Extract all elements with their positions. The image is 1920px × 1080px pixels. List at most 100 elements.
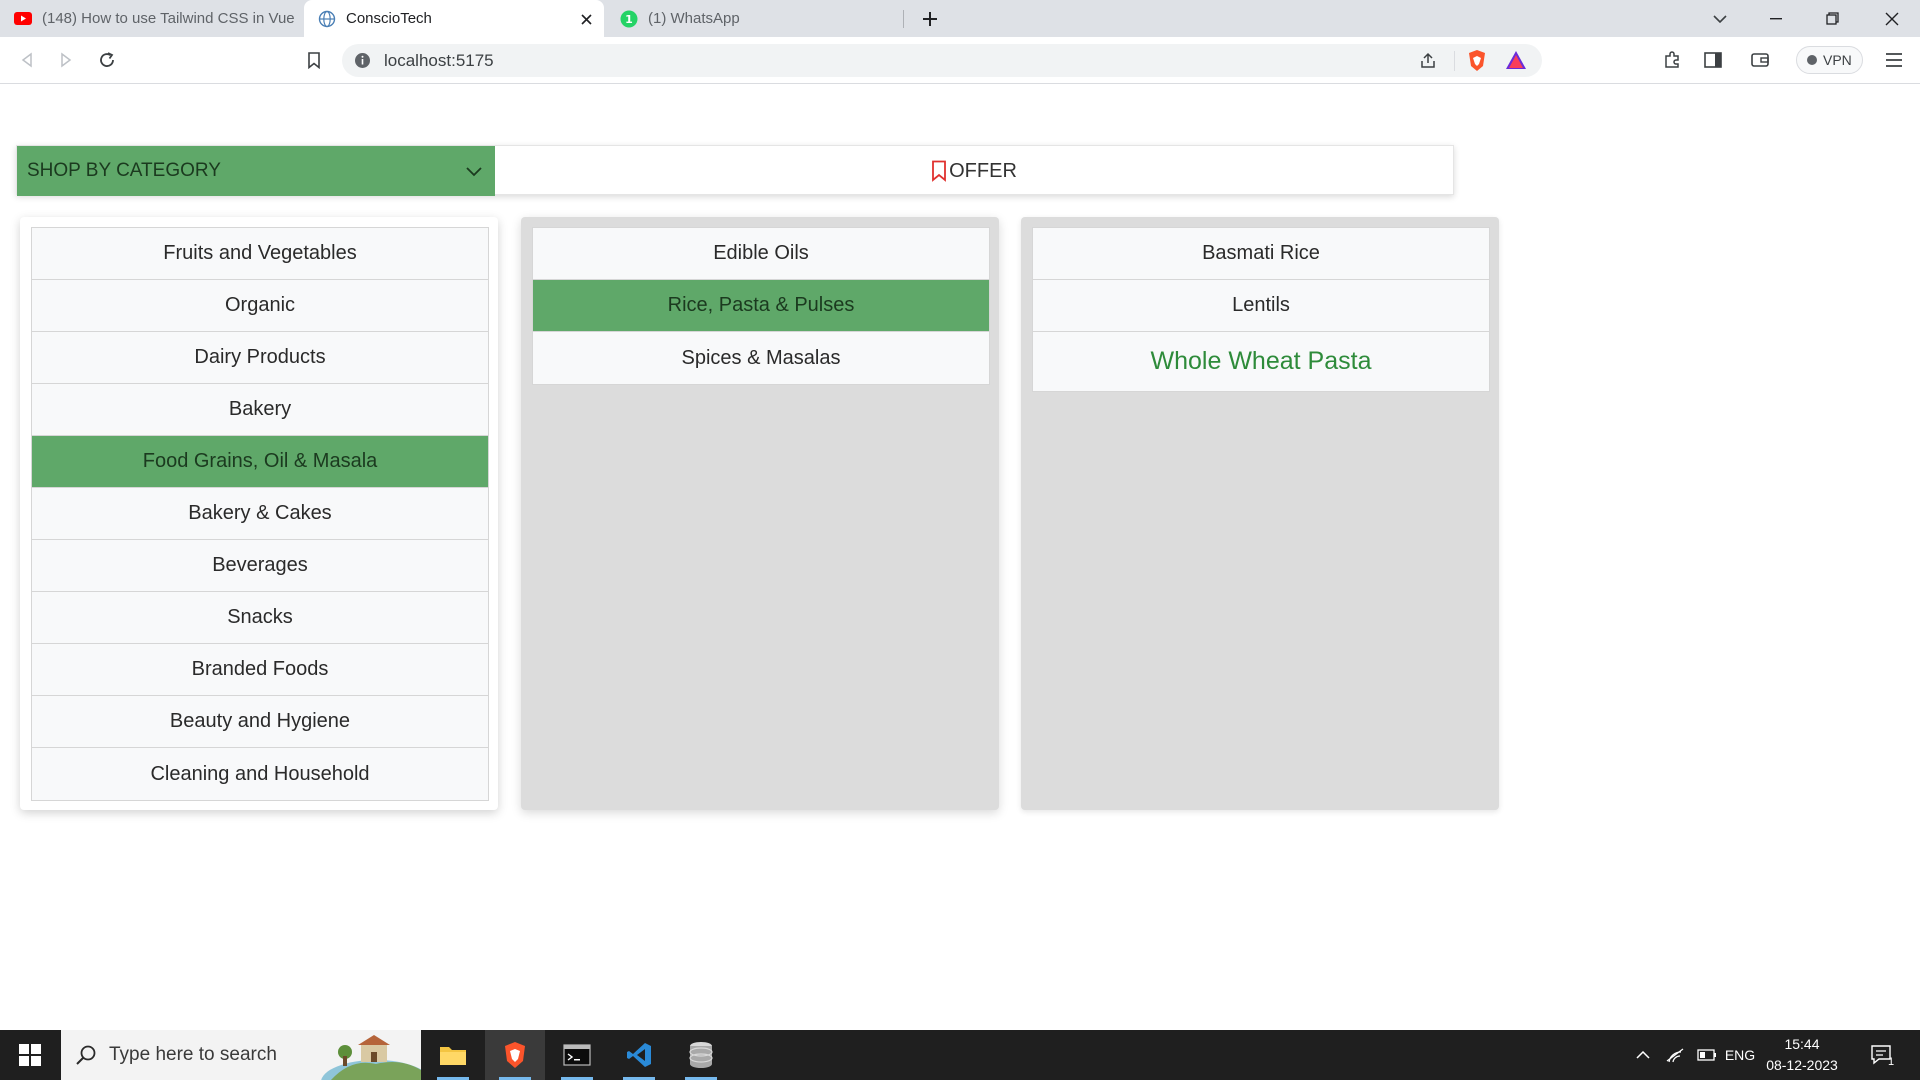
start-button[interactable] [0,1030,60,1080]
subcategory-item[interactable]: Spices & Masalas [533,332,989,384]
category-item[interactable]: Beauty and Hygiene [32,696,488,748]
tab-divider [903,10,904,28]
terminal-icon [563,1044,591,1066]
product-item-hovered[interactable]: Whole Wheat Pasta [1033,332,1489,391]
chevron-down-icon [465,161,483,183]
subcategory-item-selected[interactable]: Rice, Pasta & Pulses [533,280,989,332]
tab-title: ConscioTech [346,10,432,27]
restore-button[interactable] [1804,0,1860,37]
product-panel: Basmati Rice Lentils Whole Wheat Pasta [1021,217,1499,810]
browser-tab-bar: (148) How to use Tailwind CSS in Vue Con… [0,0,1920,37]
tab-whatsapp[interactable]: 1 (1) WhatsApp [606,0,902,37]
category-item-selected[interactable]: Food Grains, Oil & Masala [32,436,488,488]
battery-icon [1697,1049,1716,1061]
brave-shields-icon [1469,50,1485,71]
folder-icon [440,1047,466,1065]
chevron-down-icon [1713,14,1727,23]
omnibox-divider [1454,51,1455,71]
hamburger-menu-icon [1886,53,1902,67]
tab-consciotech[interactable]: ConscioTech [304,0,604,37]
file-explorer-app[interactable] [423,1030,483,1080]
puzzle-icon [1665,51,1679,68]
category-panel: Fruits and Vegetables Organic Dairy Prod… [20,217,498,810]
globe-icon [318,10,336,28]
sidebar-icon [1704,52,1722,68]
site-info-icon [355,53,370,68]
product-item[interactable]: Basmati Rice [1033,228,1489,280]
vpn-button[interactable]: VPN [1796,46,1863,74]
offer-label: OFFER [949,159,1017,182]
product-list: Basmati Rice Lentils Whole Wheat Pasta [1032,227,1490,392]
menu-button[interactable] [1879,45,1909,75]
address-bar[interactable]: localhost:5175 [342,44,1542,77]
taskbar-search-box[interactable]: Type here to search [61,1030,421,1080]
category-list: Fruits and Vegetables Organic Dairy Prod… [31,227,489,801]
clock-time: 15:44 [1784,1036,1820,1052]
wallet-button[interactable] [1745,45,1775,75]
category-item[interactable]: Organic [32,280,488,332]
wifi-icon [1666,1048,1684,1063]
category-item[interactable]: Bakery & Cakes [32,488,488,540]
back-arrow-icon [21,52,32,68]
close-tab-icon[interactable] [576,9,596,29]
search-placeholder: Type here to search [109,1044,277,1065]
system-clock[interactable]: 15:44 08-12-2023 [1762,1034,1842,1076]
browser-toolbar: localhost:5175 VPN [0,37,1920,84]
brave-lion-icon [505,1042,525,1068]
brave-browser-app[interactable] [485,1030,545,1080]
brave-rewards-icon [1506,51,1526,69]
show-hidden-icons-button[interactable] [1628,1030,1658,1080]
sidebar-button[interactable] [1698,45,1728,75]
new-tab-button[interactable] [917,6,943,32]
tab-search-button[interactable] [1692,0,1748,37]
tab-title: (1) WhatsApp [648,10,740,27]
close-window-button[interactable] [1864,0,1920,37]
reload-button[interactable] [92,45,122,75]
category-item[interactable]: Beverages [32,540,488,592]
extensions-button[interactable] [1657,45,1687,75]
clock-date: 08-12-2023 [1766,1057,1838,1073]
url-text[interactable]: localhost:5175 [384,51,494,71]
share-icon [1421,52,1435,68]
notification-count: 1 [1888,1056,1895,1068]
subcategory-panel: Edible Oils Rice, Pasta & Pulses Spices … [521,217,999,810]
page-content: SHOP BY CATEGORY OFFER Fruits and Vegeta… [0,84,1920,1030]
database-icon [689,1042,713,1068]
subcategory-item[interactable]: Edible Oils [533,228,989,280]
wallet-icon [1751,53,1769,67]
category-item[interactable]: Cleaning and Household [32,748,488,800]
chevron-up-icon [1636,1051,1650,1059]
forward-button[interactable] [51,45,81,75]
windows-taskbar: Type here to search ENG 15:44 08-12-2023… [0,1030,1920,1080]
vscode-app[interactable] [609,1030,669,1080]
bookmark-icon [308,51,320,69]
vpn-label: VPN [1823,52,1852,68]
youtube-icon [14,10,32,28]
category-item[interactable]: Branded Foods [32,644,488,696]
shop-by-category-label: SHOP BY CATEGORY [27,160,221,181]
tab-youtube[interactable]: (148) How to use Tailwind CSS in Vue [0,0,300,37]
minimize-button[interactable] [1748,0,1804,37]
category-item[interactable]: Fruits and Vegetables [32,228,488,280]
restore-icon [1825,12,1839,25]
category-item[interactable]: Dairy Products [32,332,488,384]
category-item[interactable]: Snacks [32,592,488,644]
category-navbar: SHOP BY CATEGORY OFFER [16,145,1454,196]
language-label: ENG [1724,1047,1756,1063]
vscode-icon [627,1043,651,1067]
bookmark-tag-icon [931,160,947,182]
search-highlight-illustration [321,1030,421,1080]
notification-center-button[interactable]: 1 [1862,1030,1902,1080]
bookmark-button[interactable] [299,45,329,75]
back-button[interactable] [12,45,42,75]
battery-status[interactable] [1692,1030,1722,1080]
terminal-app[interactable] [547,1030,607,1080]
shop-by-category-dropdown[interactable]: SHOP BY CATEGORY [17,146,495,196]
category-item[interactable]: Bakery [32,384,488,436]
product-item[interactable]: Lentils [1033,280,1489,332]
database-app[interactable] [671,1030,731,1080]
network-status[interactable] [1660,1030,1690,1080]
offer-link[interactable]: OFFER [495,146,1453,196]
windows-logo-icon [19,1044,41,1066]
language-indicator[interactable]: ENG [1722,1030,1758,1080]
